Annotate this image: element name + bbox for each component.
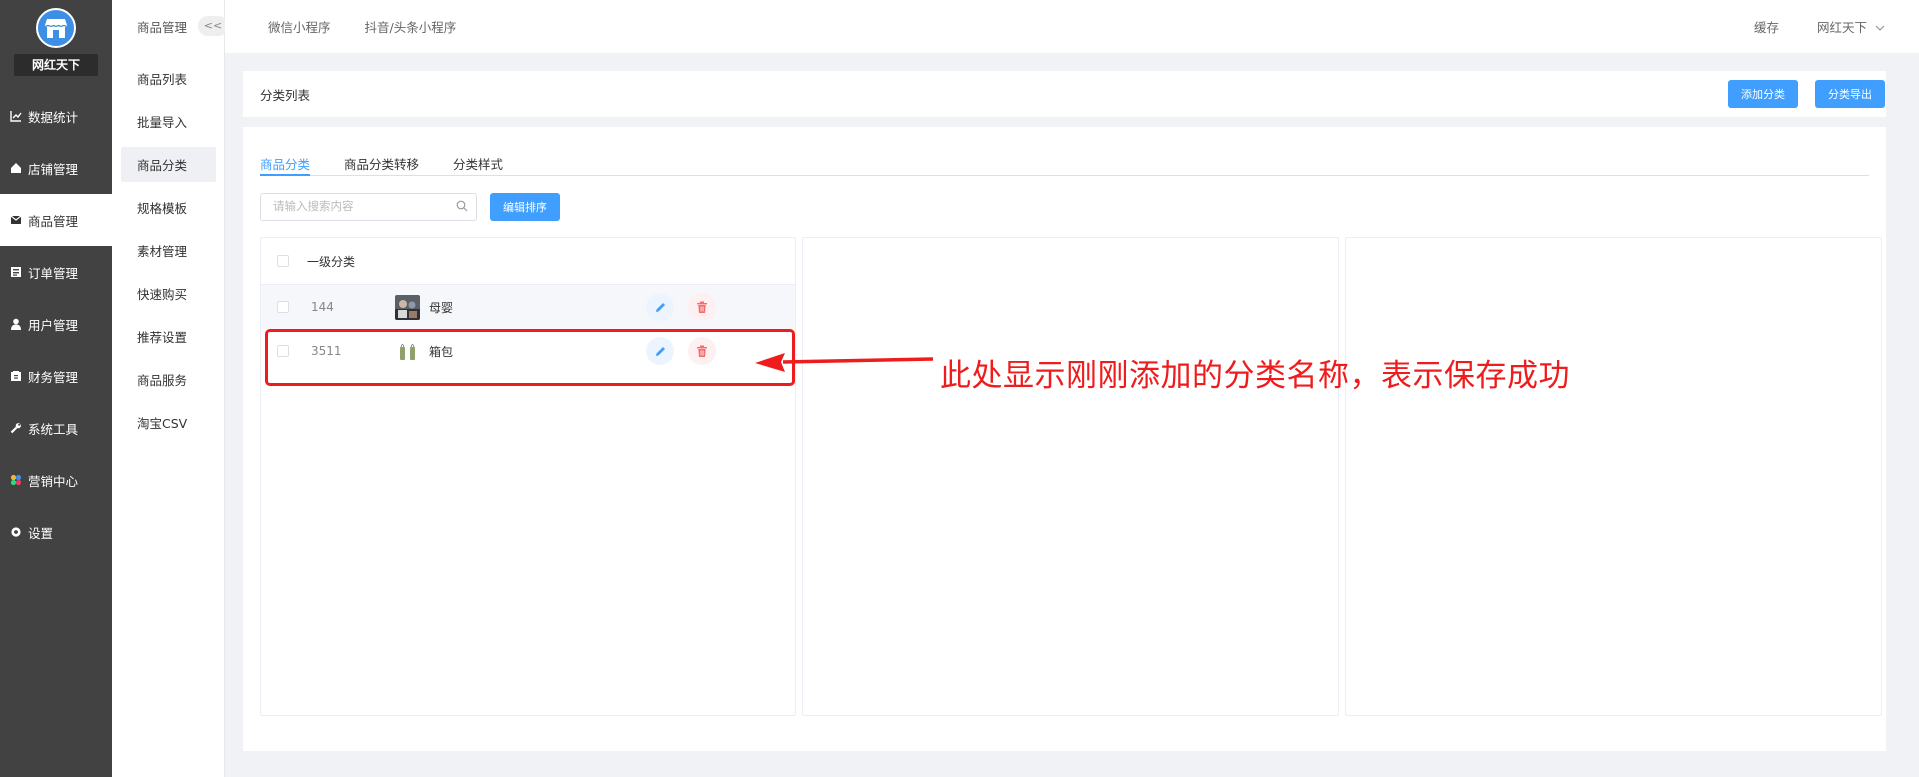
- user-menu[interactable]: 网红天下: [1817, 17, 1867, 36]
- subnav-item-product-category[interactable]: 商品分类: [121, 147, 216, 182]
- search-input[interactable]: [260, 193, 477, 221]
- subnav-item-product-list[interactable]: 商品列表: [121, 61, 216, 96]
- gear-icon: [10, 526, 22, 538]
- category-name: 母婴: [429, 300, 454, 315]
- subnav-item-service[interactable]: 商品服务: [121, 362, 216, 397]
- sidebar-item-marketing[interactable]: 营销中心: [0, 454, 112, 506]
- sidebar-item-label: 订单管理: [28, 265, 79, 281]
- page-header-card: 分类列表 添加分类 分类导出: [243, 71, 1886, 117]
- subnav-header: 商品管理 <<: [112, 0, 228, 53]
- subnav-item-quick-buy[interactable]: 快速购买: [121, 276, 216, 311]
- edit-sort-button[interactable]: 编辑排序: [490, 193, 560, 221]
- select-all-checkbox[interactable]: [277, 255, 289, 267]
- marketing-icon: [10, 474, 22, 486]
- subnav-item-recommend[interactable]: 推荐设置: [121, 319, 216, 354]
- main-sidebar: 网红天下 数据统计 店铺管理 商品管理 订单管理 用户管理 财务管理 系统工具 …: [0, 0, 112, 777]
- user-icon: [10, 318, 22, 330]
- sidebar-item-label: 用户管理: [28, 317, 79, 333]
- sidebar-item-settings[interactable]: 设置: [0, 506, 112, 558]
- sidebar-item-label: 系统工具: [28, 421, 79, 437]
- wrench-icon: [10, 422, 22, 434]
- panel-header-label: 一级分类: [307, 254, 356, 269]
- top-tab-douyin[interactable]: 抖音/头条小程序: [365, 17, 457, 36]
- category-thumbnail: [395, 294, 420, 320]
- sidebar-item-finance[interactable]: 财务管理: [0, 350, 112, 402]
- panel-header: 一级分类: [261, 238, 795, 285]
- store-logo-icon[interactable]: [36, 8, 76, 48]
- list-icon: [10, 266, 22, 278]
- cache-link[interactable]: 缓存: [1754, 17, 1779, 36]
- brand-name: 网红天下: [14, 54, 98, 76]
- chart-icon: [10, 110, 22, 122]
- top-header: 微信小程序 抖音/头条小程序 缓存 网红天下: [225, 0, 1919, 53]
- edit-icon[interactable]: [646, 293, 674, 321]
- logo-area: 网红天下: [0, 0, 112, 88]
- chevron-down-icon[interactable]: [1875, 19, 1885, 34]
- annotation-arrow-icon: [755, 353, 934, 372]
- export-category-button[interactable]: 分类导出: [1815, 80, 1885, 108]
- home-icon: [10, 162, 22, 174]
- delete-icon[interactable]: [688, 293, 716, 321]
- sidebar-item-products[interactable]: 商品管理: [0, 194, 112, 246]
- subnav-item-spec-template[interactable]: 规格模板: [121, 190, 216, 225]
- annotation-highlight-box: [265, 329, 795, 386]
- sidebar-item-label: 数据统计: [28, 109, 79, 125]
- level2-category-panel: [802, 237, 1339, 716]
- tab-product-category[interactable]: 商品分类: [260, 154, 311, 176]
- box-icon: [10, 214, 22, 226]
- sidebar-item-label: 商品管理: [28, 213, 79, 229]
- tab-category-style[interactable]: 分类样式: [453, 154, 503, 176]
- top-tab-wechat[interactable]: 微信小程序: [268, 17, 331, 36]
- category-main-card: 商品分类 商品分类转移 分类样式 编辑排序 一级分类 144 母婴: [243, 127, 1886, 751]
- add-category-button[interactable]: 添加分类: [1728, 80, 1798, 108]
- sub-sidebar: 商品管理 << 商品列表 批量导入 商品分类 规格模板 素材管理 快速购买 推荐…: [112, 0, 228, 777]
- sidebar-item-orders[interactable]: 订单管理: [0, 246, 112, 298]
- page-title: 分类列表: [260, 87, 311, 103]
- sidebar-item-label: 店铺管理: [28, 161, 79, 177]
- subnav-item-batch-import[interactable]: 批量导入: [121, 104, 216, 139]
- subnav-item-material[interactable]: 素材管理: [121, 233, 216, 268]
- wallet-icon: [10, 370, 22, 382]
- collapse-button[interactable]: <<: [198, 16, 228, 36]
- annotation-text: 此处显示刚刚添加的分类名称，表示保存成功: [940, 358, 1570, 394]
- sidebar-item-label: 营销中心: [28, 473, 79, 489]
- sidebar-item-tools[interactable]: 系统工具: [0, 402, 112, 454]
- tabs-bar: 商品分类 商品分类转移 分类样式: [260, 154, 1869, 176]
- level3-category-panel: [1345, 237, 1882, 716]
- tab-category-transfer[interactable]: 商品分类转移: [344, 154, 419, 176]
- top-right-area: 缓存 网红天下: [1754, 0, 1885, 53]
- sidebar-item-label: 财务管理: [28, 369, 79, 385]
- level1-category-panel: 一级分类 144 母婴 3511 箱包: [260, 237, 796, 716]
- subnav-title: 商品管理: [137, 20, 188, 35]
- category-row[interactable]: 144 母婴: [261, 285, 795, 329]
- sidebar-item-label: 设置: [28, 525, 54, 541]
- search-icon[interactable]: [456, 200, 468, 215]
- sidebar-item-data-stats[interactable]: 数据统计: [0, 90, 112, 142]
- subnav-item-taobao-csv[interactable]: 淘宝CSV: [121, 405, 216, 440]
- row-checkbox[interactable]: [277, 301, 289, 313]
- category-id: 144: [311, 300, 334, 314]
- sidebar-item-users[interactable]: 用户管理: [0, 298, 112, 350]
- sidebar-item-store[interactable]: 店铺管理: [0, 142, 112, 194]
